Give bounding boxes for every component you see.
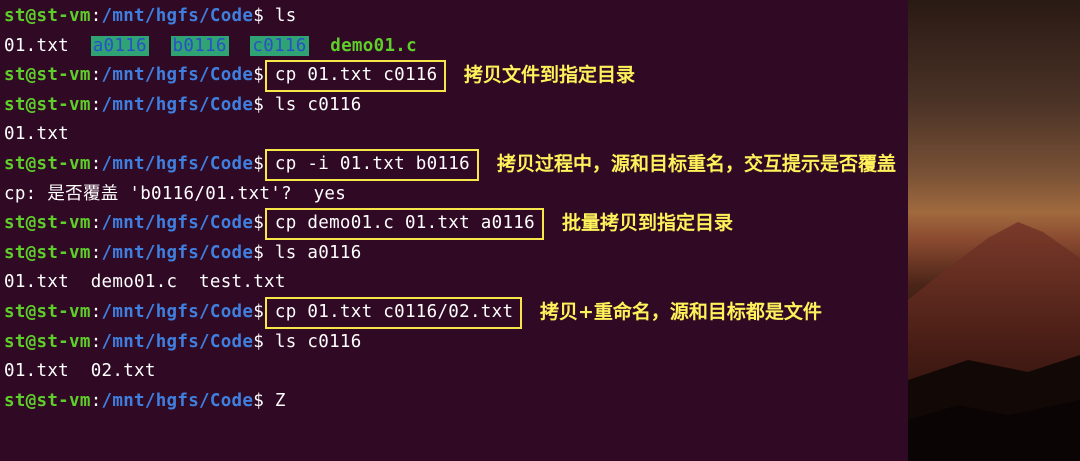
prompt-path: /mnt/hgfs/Code (101, 242, 254, 263)
prompt-separator: : (90, 213, 102, 234)
command-text: ls c0116 (264, 331, 362, 352)
prompt-user: st@st-vm (4, 331, 91, 352)
prompt-separator: : (90, 154, 102, 174)
prompt-path: /mnt/hgfs/Code (101, 6, 254, 26)
prompt-symbol: $ (253, 390, 265, 411)
command-text: ls (264, 6, 297, 26)
command-highlight-box (265, 208, 544, 240)
annotation-note: 批量拷贝到指定目录 (562, 212, 734, 235)
prompt-user: st@st-vm (4, 154, 91, 174)
prompt-symbol: $ (253, 94, 265, 115)
prompt-separator: : (90, 331, 102, 352)
prompt-symbol: $ (253, 213, 265, 234)
directory-entry: a0116 (90, 35, 149, 56)
terminal-line: 01.txt demo01.c test.txt (4, 268, 286, 296)
terminal-line: 01.txt a0116 b0116 c0116 demo01.c (4, 32, 417, 60)
file-entry: demo01.c (90, 272, 178, 293)
prompt-user: st@st-vm (4, 302, 91, 322)
mountain-image (908, 222, 1080, 461)
prompt-separator: : (90, 94, 102, 115)
prompt-path: /mnt/hgfs/Code (101, 302, 254, 322)
prompt-path: /mnt/hgfs/Code (101, 390, 254, 411)
terminal-line: st@st-vm:/mnt/hgfs/Code$ ls c0116 (4, 328, 362, 356)
command-highlight-box (265, 297, 522, 329)
file-entry: demo01.c (330, 35, 417, 56)
terminal-line: st@st-vm:/mnt/hgfs/Code$ ls c0116 (4, 91, 362, 119)
output-text: 01.txt (4, 124, 70, 145)
prompt-symbol: $ (253, 65, 265, 86)
prompt-user: st@st-vm (4, 6, 91, 26)
file-entry: test.txt (199, 272, 286, 293)
directory-entry: b0116 (170, 35, 229, 56)
output-text: cp: 是否覆盖 'b0116/01.txt'? yes (4, 183, 347, 204)
annotation-note: 拷贝文件到指定目录 (464, 64, 636, 87)
command-highlight-box (265, 149, 479, 181)
prompt-path: /mnt/hgfs/Code (101, 154, 254, 174)
annotation-note: 拷贝+重命名，源和目标都是文件 (540, 301, 822, 323)
desktop-wallpaper (908, 0, 1080, 461)
terminal-window[interactable]: st@st-vm:/mnt/hgfs/Code$ ls 01.txt a0116 … (0, 0, 908, 461)
file-entry: 01.txt (4, 361, 70, 382)
terminal-line: 01.txt (4, 120, 69, 148)
command-highlight-box (265, 60, 446, 92)
terminal-line: 01.txt 02.txt (4, 357, 156, 385)
prompt-symbol: $ (253, 242, 265, 263)
prompt-path: /mnt/hgfs/Code (101, 94, 254, 115)
terminal-line: st@st-vm:/mnt/hgfs/Code$ Z (4, 387, 286, 415)
prompt-symbol: $ (253, 6, 265, 26)
prompt-path: /mnt/hgfs/Code (101, 65, 254, 86)
annotation-note: 拷贝过程中，源和目标重名，交互提示是否覆盖 (497, 153, 897, 175)
prompt-user: st@st-vm (4, 242, 91, 263)
directory-entry: c0116 (250, 35, 309, 56)
command-text: ls c0116 (264, 94, 362, 115)
prompt-separator: : (90, 242, 102, 263)
command-text: ls a0116 (264, 242, 362, 263)
prompt-path: /mnt/hgfs/Code (101, 213, 254, 234)
terminal-line: cp: 是否覆盖 'b0116/01.txt'? yes (4, 180, 346, 208)
prompt-symbol: $ (253, 302, 265, 322)
command-text: Z (264, 390, 286, 411)
prompt-separator: : (90, 65, 102, 86)
prompt-symbol: $ (253, 154, 265, 174)
file-entry: 02.txt (90, 361, 156, 382)
prompt-user: st@st-vm (4, 390, 91, 411)
prompt-user: st@st-vm (4, 65, 91, 86)
prompt-user: st@st-vm (4, 213, 91, 234)
prompt-separator: : (90, 390, 102, 411)
prompt-path: /mnt/hgfs/Code (101, 331, 254, 352)
terminal-line: st@st-vm:/mnt/hgfs/Code$ ls a0116 (4, 239, 362, 267)
terminal-line: st@st-vm:/mnt/hgfs/Code$ ls (4, 2, 297, 30)
prompt-separator: : (90, 302, 102, 322)
prompt-separator: : (90, 6, 102, 26)
prompt-symbol: $ (253, 331, 265, 352)
file-entry: 01.txt (4, 272, 70, 293)
prompt-user: st@st-vm (4, 94, 91, 115)
file-entry: 01.txt (4, 35, 70, 56)
